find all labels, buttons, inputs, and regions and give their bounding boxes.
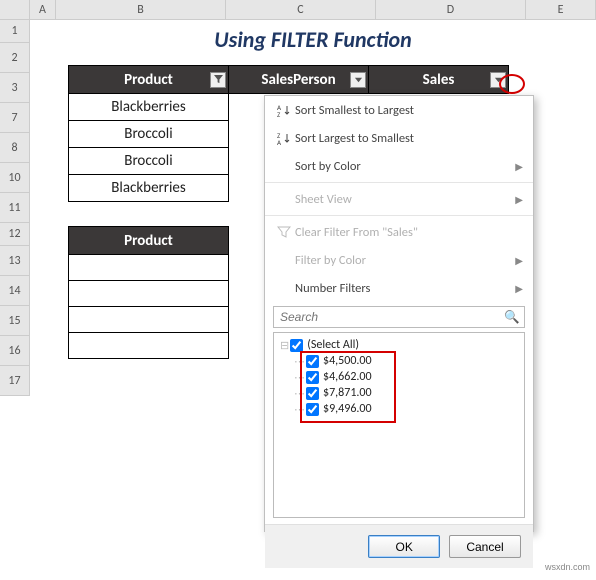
row-12[interactable]: 12	[0, 223, 30, 246]
ok-button[interactable]: OK	[368, 535, 440, 558]
search-icon: 🔍	[504, 310, 520, 325]
checkbox-2[interactable]	[306, 387, 319, 400]
menu-sort-desc[interactable]: ZA Sort Largest to Smallest	[265, 124, 533, 152]
tree-item-1[interactable]: ⋯$4,662.00	[276, 369, 522, 385]
th-salesperson[interactable]: SalesPerson	[229, 66, 369, 94]
cell-product-1[interactable]: Blackberries	[69, 94, 229, 121]
th-salesperson-label: SalesPerson	[261, 71, 335, 89]
menu-number-filters[interactable]: Number Filters ▶	[265, 274, 533, 302]
menu-sheet-view-label: Sheet View	[295, 192, 515, 207]
filter-values-tree[interactable]: ⊟(Select All) ⋯$4,500.00 ⋯$4,662.00 ⋯$7,…	[273, 332, 525, 518]
col-E[interactable]: E	[526, 0, 596, 19]
sort-asc-icon: AZ	[273, 103, 295, 117]
search-box: 🔍	[273, 306, 525, 328]
row-11[interactable]: 11	[0, 193, 30, 223]
clear-filter-icon	[273, 225, 295, 239]
page-title: Using FILTER Function	[30, 20, 596, 59]
svg-text:A: A	[277, 138, 282, 145]
row-13[interactable]: 13	[0, 246, 30, 276]
filter-dropdown-menu: AZ Sort Smallest to Largest ZA Sort Larg…	[264, 95, 534, 532]
search-input[interactable]	[273, 306, 525, 328]
chevron-right-icon: ▶	[515, 254, 523, 267]
chevron-right-icon: ▶	[515, 282, 523, 295]
col-A[interactable]: A	[30, 0, 56, 19]
row-1[interactable]: 1	[0, 20, 30, 43]
tree-item-3[interactable]: ⋯$9,496.00	[276, 401, 522, 417]
t2-cell-4[interactable]	[69, 333, 229, 359]
row-17[interactable]: 17	[0, 366, 30, 396]
filter-button-product[interactable]	[210, 72, 226, 88]
cell-product-4[interactable]: Blackberries	[69, 175, 229, 202]
t2-cell-3[interactable]	[69, 307, 229, 333]
col-D[interactable]: D	[376, 0, 526, 19]
tree-label-2: $7,871.00	[323, 386, 372, 400]
filter-button-salesperson[interactable]	[350, 72, 366, 88]
tree-item-2[interactable]: ⋯$7,871.00	[276, 385, 522, 401]
th2-product[interactable]: Product	[69, 227, 229, 255]
menu-sort-asc-label: Sort Smallest to Largest	[295, 103, 523, 118]
menu-sheet-view: Sheet View ▶	[265, 185, 533, 213]
annotation-circle	[499, 74, 525, 94]
menu-sort-color[interactable]: Sort by Color ▶	[265, 152, 533, 180]
th-sales-label: Sales	[423, 71, 455, 89]
cell-product-2[interactable]: Broccoli	[69, 121, 229, 148]
menu-filter-color-label: Filter by Color	[295, 253, 515, 268]
menu-sort-asc[interactable]: AZ Sort Smallest to Largest	[265, 96, 533, 124]
th2-product-label: Product	[124, 232, 173, 250]
col-B[interactable]: B	[56, 0, 226, 19]
row-2[interactable]: 2	[0, 43, 30, 73]
tree-label-3: $9,496.00	[323, 402, 372, 416]
menu-clear-filter-label: Clear Filter From "Sales"	[295, 225, 523, 240]
row-16[interactable]: 16	[0, 336, 30, 366]
tree-label-1: $4,662.00	[323, 370, 372, 384]
row-14[interactable]: 14	[0, 276, 30, 306]
menu-filter-color: Filter by Color ▶	[265, 246, 533, 274]
row-8[interactable]: 8	[0, 133, 30, 163]
col-C[interactable]: C	[226, 0, 376, 19]
column-headers: A B C D E	[0, 0, 596, 20]
chevron-right-icon: ▶	[515, 160, 523, 173]
row-headers: 1 2 3 7 8 10 11 12 13 14 15 16 17	[0, 20, 30, 396]
dialog-buttons: OK Cancel	[265, 524, 533, 568]
cell-product-3[interactable]: Broccoli	[69, 148, 229, 175]
row-10[interactable]: 10	[0, 163, 30, 193]
checkbox-3[interactable]	[306, 403, 319, 416]
cancel-button[interactable]: Cancel	[449, 535, 521, 558]
tree-item-0[interactable]: ⋯$4,500.00	[276, 353, 522, 369]
th-product[interactable]: Product	[69, 66, 229, 94]
watermark: wsxdn.com	[545, 562, 590, 572]
row-7[interactable]: 7	[0, 103, 30, 133]
data-table-2: Product	[68, 226, 229, 359]
t2-cell-2[interactable]	[69, 281, 229, 307]
th-product-label: Product	[124, 71, 173, 89]
menu-number-filters-label: Number Filters	[295, 281, 515, 296]
chevron-right-icon: ▶	[515, 193, 523, 206]
row-15[interactable]: 15	[0, 306, 30, 336]
sort-desc-icon: ZA	[273, 131, 295, 145]
menu-sort-desc-label: Sort Largest to Smallest	[295, 131, 523, 146]
th-sales[interactable]: Sales	[369, 66, 509, 94]
tree-select-all[interactable]: ⊟(Select All)	[276, 337, 522, 353]
menu-sort-color-label: Sort by Color	[295, 159, 515, 174]
row-3[interactable]: 3	[0, 73, 30, 103]
checkbox-select-all[interactable]	[290, 339, 303, 352]
checkbox-1[interactable]	[306, 371, 319, 384]
t2-cell-1[interactable]	[69, 255, 229, 281]
select-all-label: (Select All)	[307, 338, 359, 352]
menu-clear-filter: Clear Filter From "Sales"	[265, 218, 533, 246]
checkbox-0[interactable]	[306, 355, 319, 368]
tree-label-0: $4,500.00	[323, 354, 372, 368]
